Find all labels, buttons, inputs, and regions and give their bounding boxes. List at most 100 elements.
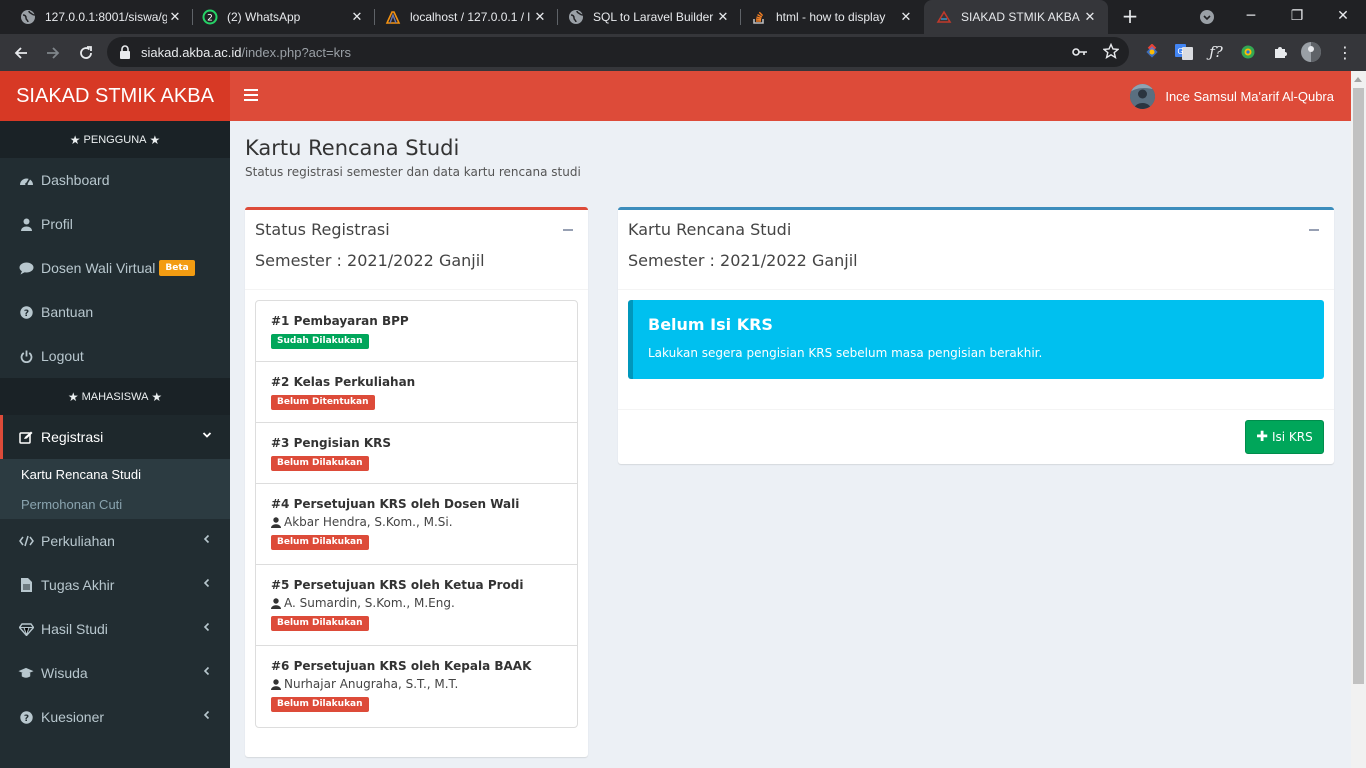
question-icon: ? [18,305,34,319]
approver: Akbar Hendra, S.Kom., M.Si. [271,515,577,529]
question-icon: ? [18,710,34,724]
star-icon: ★ [67,389,79,404]
formula-extension-icon[interactable]: ƒ? [1205,41,1227,63]
eye-dropper-extension-icon[interactable] [1237,41,1259,63]
krs-callout: Belum Isi KRS Lakukan segera pengisian K… [628,300,1324,379]
close-icon[interactable]: ✕ [898,9,914,25]
globe-icon [568,9,584,25]
sidebar-item-bantuan[interactable]: ? Bantuan [0,290,230,334]
phpmyadmin-icon [385,9,401,25]
lock-icon [120,45,130,59]
approver: Nurhajar Anugraha, S.T., M.T. [271,677,577,691]
list-item: #6 Persetujuan KRS oleh Kepala BAAK Nurh… [256,646,577,727]
sidebar-subitem-kartu-rencana-studi[interactable]: Kartu Rencana Studi [0,459,230,489]
star-icon: ★ [151,389,163,404]
sidebar-item-tugas-akhir[interactable]: Tugas Akhir [0,563,230,607]
color-picker-extension-icon[interactable] [1141,41,1163,63]
sidebar-item-kuesioner[interactable]: ? Kuesioner [0,695,230,739]
key-icon [1072,48,1087,56]
list-item: #2 Kelas Perkuliahan Belum Ditentukan [256,362,577,423]
semester-label: Semester : 2021/2022 Ganjil [628,251,858,270]
puzzle-extensions-icon[interactable] [1269,41,1291,63]
browser-tab[interactable]: SQL to Laravel Builder ✕ [548,0,741,34]
tab-search-button[interactable] [1184,0,1230,34]
status-badge: Belum Dilakukan [271,535,369,550]
minimize-button[interactable]: ─ [1228,0,1274,34]
beta-badge: Beta [159,260,195,276]
back-button[interactable] [8,40,34,66]
star-icon: ★ [69,132,81,147]
browser-tab[interactable]: html - how to display ✕ [731,0,924,34]
browser-menu-icon[interactable]: ⋮ [1334,41,1356,63]
address-bar[interactable]: siakad.akba.ac.id/index.php?act=krs [107,37,1129,67]
star-icon: ★ [149,132,161,147]
app-logo[interactable]: SIAKAD STMIK AKBA [0,71,230,121]
sidebar-item-hasil-studi[interactable]: Hasil Studi [0,607,230,651]
close-icon[interactable]: ✕ [715,9,731,25]
file-icon [18,578,34,592]
close-icon[interactable]: ✕ [349,9,365,25]
new-tab-button[interactable]: + [1119,6,1141,28]
divider [245,289,588,290]
sidebar-item-perkuliahan[interactable]: Perkuliahan [0,519,230,563]
collapse-button[interactable] [563,229,573,231]
step-title: #5 Persetujuan KRS oleh Ketua Prodi [271,578,524,592]
list-item: #4 Persetujuan KRS oleh Dosen Wali Akbar… [256,484,577,565]
sidebar: ★ PENGGUNA ★ Dashboard Profil Dosen Wali… [0,121,230,768]
profile-avatar-icon[interactable] [1300,41,1322,63]
browser-tab[interactable]: 127.0.0.1:8001/siswa/g ✕ [0,0,193,34]
sidebar-item-dosen-wali-virtual[interactable]: Dosen Wali Virtual Beta [0,246,230,290]
sidebar-item-logout[interactable]: Logout [0,334,230,378]
collapse-button[interactable] [1309,229,1319,231]
user-menu[interactable]: Ince Samsul Ma'arif Al-Qubra [1130,84,1334,109]
sidebar-item-registrasi[interactable]: Registrasi [0,415,230,459]
avatar [1130,84,1156,109]
list-item: #5 Persetujuan KRS oleh Ketua Prodi A. S… [256,565,577,646]
sidebar-item-profil[interactable]: Profil [0,202,230,246]
sidebar-header-mahasiswa: ★ MAHASISWA ★ [0,378,230,415]
user-name: Ince Samsul Ma'arif Al-Qubra [1165,89,1334,104]
url-text: siakad.akba.ac.id/index.php?act=krs [141,45,351,60]
user-icon [18,218,34,231]
close-icon[interactable]: ✕ [167,9,183,25]
sidebar-item-dashboard[interactable]: Dashboard [0,158,230,202]
arrow-right-icon [47,47,60,59]
translate-extension-icon[interactable]: G [1173,41,1195,63]
page-scrollbar[interactable] [1351,71,1366,768]
chevron-left-icon [203,578,210,588]
maximize-button[interactable]: ❐ [1274,0,1320,34]
sidebar-item-wisuda[interactable]: Wisuda [0,651,230,695]
user-icon [271,678,281,690]
sidebar-toggle-icon[interactable] [244,89,258,101]
edit-icon [18,431,34,444]
user-icon [271,516,281,528]
siakad-icon [936,9,952,25]
close-icon[interactable]: ✕ [1082,9,1098,25]
box-title: Kartu Rencana Studi [628,220,792,239]
scroll-up-arrow[interactable] [1354,77,1362,82]
graduation-cap-icon [18,667,34,679]
chevron-down-icon [1200,10,1214,24]
callout-text: Lakukan segera pengisian KRS sebelum mas… [648,346,1043,360]
page-subtitle: Status registrasi semester dan data kart… [245,165,581,179]
browser-tab[interactable]: localhost / 127.0.0.1 / l ✕ [365,0,558,34]
comment-icon [18,262,34,275]
top-navbar: Ince Samsul Ma'arif Al-Qubra [230,71,1351,121]
close-icon[interactable]: ✕ [532,9,548,25]
browser-tabstrip: 127.0.0.1:8001/siswa/g ✕ 2 (2) WhatsApp … [0,0,1366,34]
browser-tab[interactable]: 2 (2) WhatsApp ✕ [182,0,375,34]
step-title: #6 Persetujuan KRS oleh Kepala BAAK [271,659,532,673]
sidebar-subitem-permohonan-cuti[interactable]: Permohonan Cuti [0,489,230,519]
dashboard-icon [18,174,34,186]
svg-text:?: ? [23,309,28,319]
isi-krs-button[interactable]: ✚ Isi KRS [1245,420,1324,454]
scrollbar-thumb[interactable] [1353,88,1364,684]
reload-button[interactable] [73,40,99,66]
forward-button[interactable] [40,40,66,66]
close-window-button[interactable]: ✕ [1320,0,1366,34]
main-content: Kartu Rencana Studi Status registrasi se… [230,121,1351,768]
diamond-icon [18,622,34,636]
browser-tab-active[interactable]: SIAKAD STMIK AKBA : ✕ [924,0,1108,34]
tab-title: SIAKAD STMIK AKBA : [961,10,1082,24]
status-badge: Belum Dilakukan [271,697,369,712]
